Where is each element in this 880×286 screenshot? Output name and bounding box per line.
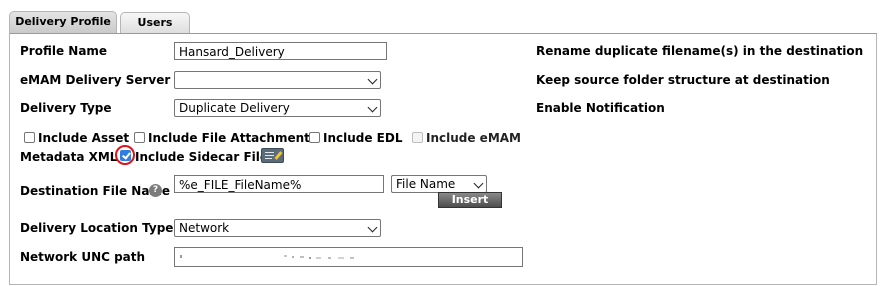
delivery-server-label: eMAM Delivery Server <box>20 73 171 87</box>
chevron-down-icon <box>473 178 484 189</box>
destination-file-name-input[interactable]: %e_FILE_FileName% <box>174 175 384 193</box>
chevron-down-icon <box>367 222 378 233</box>
profile-name-label: Profile Name <box>20 44 108 58</box>
include-sidecar-checkbox[interactable] <box>120 150 131 161</box>
enable-notification-label: Enable Notification <box>536 101 665 115</box>
chevron-down-icon <box>367 102 378 113</box>
rename-duplicate-label: Rename duplicate filename(s) in the dest… <box>536 44 864 58</box>
include-asset-checkbox[interactable] <box>24 132 35 143</box>
include-edl-checkbox[interactable] <box>309 132 320 143</box>
delivery-profile-panel: Profile Name Hansard_Delivery eMAM Deliv… <box>9 33 877 285</box>
file-name-token-value: File Name <box>396 177 456 191</box>
edit-note-icon[interactable] <box>261 148 284 163</box>
delivery-type-value: Duplicate Delivery <box>179 101 290 115</box>
include-sidecar-label: Include Sidecar File <box>135 150 269 164</box>
include-emam-label: Include eMAM <box>426 131 521 145</box>
delivery-location-type-value: Network <box>179 221 230 235</box>
tab-delivery-profile[interactable]: Delivery Profile <box>9 11 117 34</box>
chevron-down-icon <box>367 74 378 85</box>
delivery-type-select[interactable]: Duplicate Delivery <box>174 99 381 117</box>
include-edl-label: Include EDL <box>323 131 403 145</box>
include-file-attachments-checkbox[interactable] <box>134 132 145 143</box>
insert-button[interactable]: Insert <box>438 192 502 208</box>
destination-file-name-label: Destination File Name <box>20 184 171 198</box>
delivery-location-type-label: Delivery Location Type <box>20 221 174 235</box>
keep-folder-structure-label: Keep source folder structure at destinat… <box>536 73 830 87</box>
question-circle-icon[interactable]: ? <box>149 184 162 197</box>
redacted-text-graphic <box>180 255 354 259</box>
include-file-attachments-label: Include File Attachments <box>148 131 318 145</box>
file-name-token-select[interactable]: File Name <box>391 175 487 193</box>
metadata-xml-label: Metadata XML <box>20 150 118 164</box>
include-emam-checkbox[interactable] <box>412 132 423 143</box>
delivery-server-select[interactable] <box>174 71 381 89</box>
tab-users[interactable]: Users <box>120 12 190 33</box>
profile-name-input[interactable]: Hansard_Delivery <box>174 42 387 60</box>
include-asset-label: Include Asset <box>38 131 130 145</box>
delivery-type-label: Delivery Type <box>20 101 112 115</box>
delivery-location-type-select[interactable]: Network <box>174 219 381 237</box>
network-unc-label: Network UNC path <box>20 250 146 264</box>
